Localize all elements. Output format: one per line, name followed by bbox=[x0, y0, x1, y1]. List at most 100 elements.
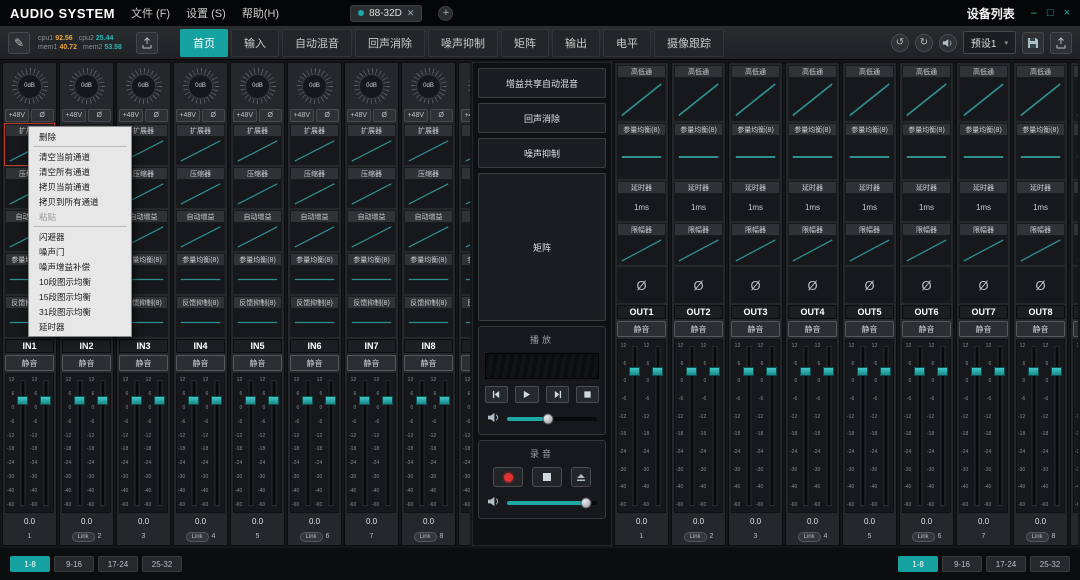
fader-handle[interactable] bbox=[994, 367, 1005, 376]
mute-button[interactable]: 静音 bbox=[959, 321, 1008, 337]
monitor-speaker-icon[interactable] bbox=[939, 34, 957, 52]
output-bank-tab-0[interactable]: 1-8 bbox=[898, 556, 938, 572]
mute-button[interactable]: 静音 bbox=[1073, 321, 1078, 337]
dsp-block-0[interactable]: 扩展器 bbox=[176, 124, 225, 165]
recorder-volume-handle[interactable] bbox=[581, 498, 592, 509]
phantom-48v-button[interactable]: +48V bbox=[176, 109, 200, 122]
dsp-block-0[interactable]: 扩展器 bbox=[461, 124, 470, 165]
context-menu-item[interactable]: 删除 bbox=[29, 129, 131, 144]
context-menu-item[interactable]: 闪避器 bbox=[29, 229, 131, 244]
phantom-48v-button[interactable]: +48V bbox=[404, 109, 428, 122]
mute-button[interactable]: 静音 bbox=[1016, 321, 1065, 337]
fader-handle[interactable] bbox=[1051, 367, 1062, 376]
dsp-block-1[interactable]: 压缩器 bbox=[233, 167, 282, 208]
phase-block[interactable]: Ø bbox=[617, 267, 666, 303]
dsp-block-2[interactable]: 自动增益 bbox=[347, 210, 396, 251]
fader-area[interactable]: 1260-6-12-18-24-30-40-601260-6-12-18-24-… bbox=[119, 373, 168, 513]
dsp-block-2[interactable]: 自动增益 bbox=[461, 210, 470, 251]
dsp-block-2[interactable]: 延时器1ms bbox=[1073, 181, 1078, 221]
dsp-block-0[interactable]: 扩展器 bbox=[404, 124, 453, 165]
preset-select[interactable]: 预设1 ▾ bbox=[963, 31, 1016, 54]
fader-track[interactable] bbox=[438, 378, 451, 508]
fader-handle[interactable] bbox=[40, 396, 51, 405]
mute-button[interactable]: 静音 bbox=[347, 355, 396, 371]
dsp-block-1[interactable]: 参量均衡(8) bbox=[902, 123, 951, 179]
fader-track[interactable] bbox=[39, 378, 52, 508]
output-bank-tab-2[interactable]: 17-24 bbox=[986, 556, 1026, 572]
dsp-block-0[interactable]: 高低通 bbox=[845, 65, 894, 121]
context-menu-item[interactable]: 清空当前通道 bbox=[29, 149, 131, 164]
dsp-block-2[interactable]: 自动增益 bbox=[290, 210, 339, 251]
dsp-block-3[interactable]: 限幅器 bbox=[731, 223, 780, 265]
dsp-block-3[interactable]: 参量均衡(8) bbox=[176, 253, 225, 294]
gain-knob[interactable]: 0dB bbox=[404, 65, 453, 107]
player-volume-handle[interactable] bbox=[542, 414, 553, 425]
fader-area[interactable]: 1260-6-12-18-24-30-40-601260-6-12-18-24-… bbox=[461, 373, 470, 513]
fader-track[interactable] bbox=[708, 344, 721, 508]
phase-invert-button[interactable]: Ø bbox=[145, 109, 169, 122]
fader-track[interactable] bbox=[1050, 344, 1063, 508]
fader-area[interactable]: 1260-6-12-18-24-30-40-601260-6-12-18-24-… bbox=[1016, 339, 1065, 513]
dsp-block-1[interactable]: 参量均衡(8) bbox=[674, 123, 723, 179]
nav-tab-5[interactable]: 矩阵 bbox=[501, 29, 549, 57]
dsp-block-3[interactable]: 限幅器 bbox=[674, 223, 723, 265]
menu-settings[interactable]: 设置 (S) bbox=[186, 5, 226, 21]
dsp-block-1[interactable]: 压缩器 bbox=[347, 167, 396, 208]
fader-track[interactable] bbox=[879, 344, 892, 508]
phase-invert-button[interactable]: Ø bbox=[259, 109, 283, 122]
dsp-block-2[interactable]: 延时器1ms bbox=[788, 181, 837, 221]
mute-button[interactable]: 静音 bbox=[5, 355, 54, 371]
link-toggle[interactable]: Link bbox=[798, 532, 821, 542]
link-toggle[interactable]: Link bbox=[72, 532, 95, 542]
link-toggle[interactable]: Link bbox=[300, 532, 323, 542]
dsp-block-3[interactable]: 限幅器 bbox=[617, 223, 666, 265]
fader-area[interactable]: 1260-6-12-18-24-30-40-601260-6-12-18-24-… bbox=[788, 339, 837, 513]
context-menu-item[interactable]: 清空所有通道 bbox=[29, 164, 131, 179]
fader-area[interactable]: 1260-6-12-18-24-30-40-601260-6-12-18-24-… bbox=[617, 339, 666, 513]
fader-handle[interactable] bbox=[154, 396, 165, 405]
nav-tab-4[interactable]: 噪声抑制 bbox=[428, 29, 498, 57]
dsp-block-1[interactable]: 压缩器 bbox=[461, 167, 470, 208]
gain-knob[interactable]: 0dB bbox=[5, 65, 54, 107]
gain-knob[interactable]: 0dB bbox=[347, 65, 396, 107]
fader-track[interactable] bbox=[765, 344, 778, 508]
dsp-block-3[interactable]: 限幅器 bbox=[845, 223, 894, 265]
dsp-block-0[interactable]: 扩展器 bbox=[290, 124, 339, 165]
phantom-48v-button[interactable]: +48V bbox=[347, 109, 371, 122]
phase-block[interactable]: Ø bbox=[1016, 267, 1065, 303]
fader-handle[interactable] bbox=[382, 396, 393, 405]
dsp-block-1[interactable]: 参量均衡(8) bbox=[845, 123, 894, 179]
phase-block[interactable]: Ø bbox=[1073, 267, 1078, 303]
fader-handle[interactable] bbox=[325, 396, 336, 405]
dsp-block-2[interactable]: 延时器1ms bbox=[731, 181, 780, 221]
phase-block[interactable]: Ø bbox=[674, 267, 723, 303]
gain-sharing-automix-button[interactable]: 增益共享自动混音 bbox=[478, 68, 606, 98]
dsp-block-0[interactable]: 扩展器 bbox=[233, 124, 282, 165]
dsp-block-4[interactable]: 反馈抑制(8) bbox=[176, 296, 225, 337]
phase-block[interactable]: Ø bbox=[731, 267, 780, 303]
phantom-48v-button[interactable]: +48V bbox=[233, 109, 257, 122]
menu-help[interactable]: 帮助(H) bbox=[242, 5, 279, 21]
dsp-block-2[interactable]: 延时器1ms bbox=[1016, 181, 1065, 221]
nav-tab-1[interactable]: 输入 bbox=[231, 29, 279, 57]
fader-track[interactable] bbox=[822, 344, 835, 508]
fader-track[interactable] bbox=[381, 378, 394, 508]
fader-handle[interactable] bbox=[652, 367, 663, 376]
nav-tab-3[interactable]: 回声消除 bbox=[355, 29, 425, 57]
dsp-block-2[interactable]: 自动增益 bbox=[404, 210, 453, 251]
dsp-block-4[interactable]: 反馈抑制(8) bbox=[233, 296, 282, 337]
play-button[interactable] bbox=[515, 386, 538, 403]
fader-track[interactable] bbox=[993, 344, 1006, 508]
phantom-48v-button[interactable]: +48V bbox=[461, 109, 470, 122]
fader-area[interactable]: 1260-6-12-18-24-30-40-601260-6-12-18-24-… bbox=[404, 373, 453, 513]
undo-icon[interactable]: ↺ bbox=[891, 34, 909, 52]
upload-icon[interactable] bbox=[136, 32, 158, 54]
phase-invert-button[interactable]: Ø bbox=[88, 109, 112, 122]
phase-invert-button[interactable]: Ø bbox=[316, 109, 340, 122]
dsp-block-3[interactable]: 参量均衡(8) bbox=[290, 253, 339, 294]
gain-knob[interactable]: 0dB bbox=[233, 65, 282, 107]
prev-button[interactable] bbox=[485, 386, 508, 403]
dsp-block-2[interactable]: 延时器1ms bbox=[902, 181, 951, 221]
dsp-block-3[interactable]: 限幅器 bbox=[902, 223, 951, 265]
matrix-button[interactable]: 矩阵 bbox=[478, 173, 606, 321]
